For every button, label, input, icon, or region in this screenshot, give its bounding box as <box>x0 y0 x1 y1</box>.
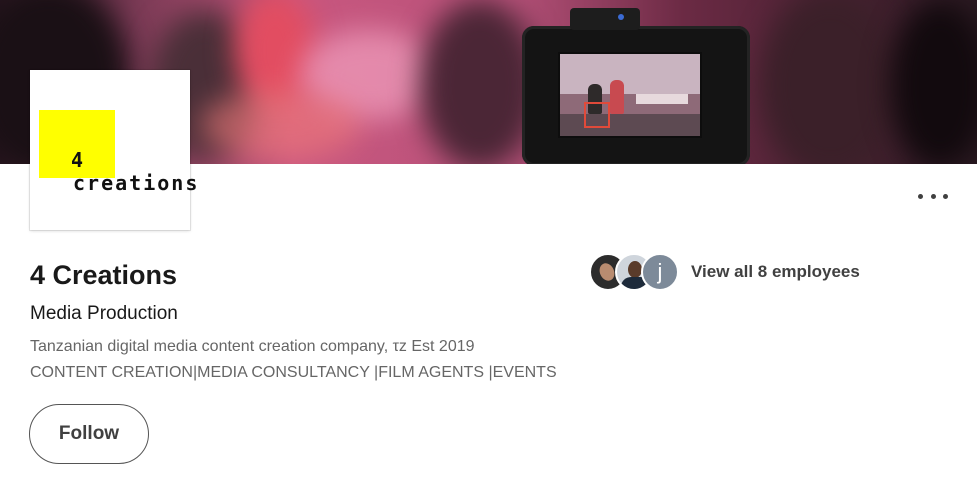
camera-photo <box>522 8 750 164</box>
employee-avatar-initial: j <box>641 253 679 291</box>
view-employees-label: View all 8 employees <box>691 262 860 281</box>
company-industry: Media Production <box>30 303 178 324</box>
company-tagline: Tanzanian digital media content creation… <box>30 338 475 355</box>
logo-word: creations <box>73 171 200 195</box>
view-employees-link[interactable]: j View all 8 employees <box>589 252 860 292</box>
more-horizontal-icon[interactable] <box>918 186 948 206</box>
company-name: 4 Creations <box>30 260 178 290</box>
follow-button[interactable]: Follow <box>29 404 149 464</box>
company-logo: 4 creations <box>30 70 197 230</box>
logo-number: 4 <box>71 148 84 172</box>
company-services: CONTENT CREATION|MEDIA CONSULTANCY |FILM… <box>30 364 557 381</box>
